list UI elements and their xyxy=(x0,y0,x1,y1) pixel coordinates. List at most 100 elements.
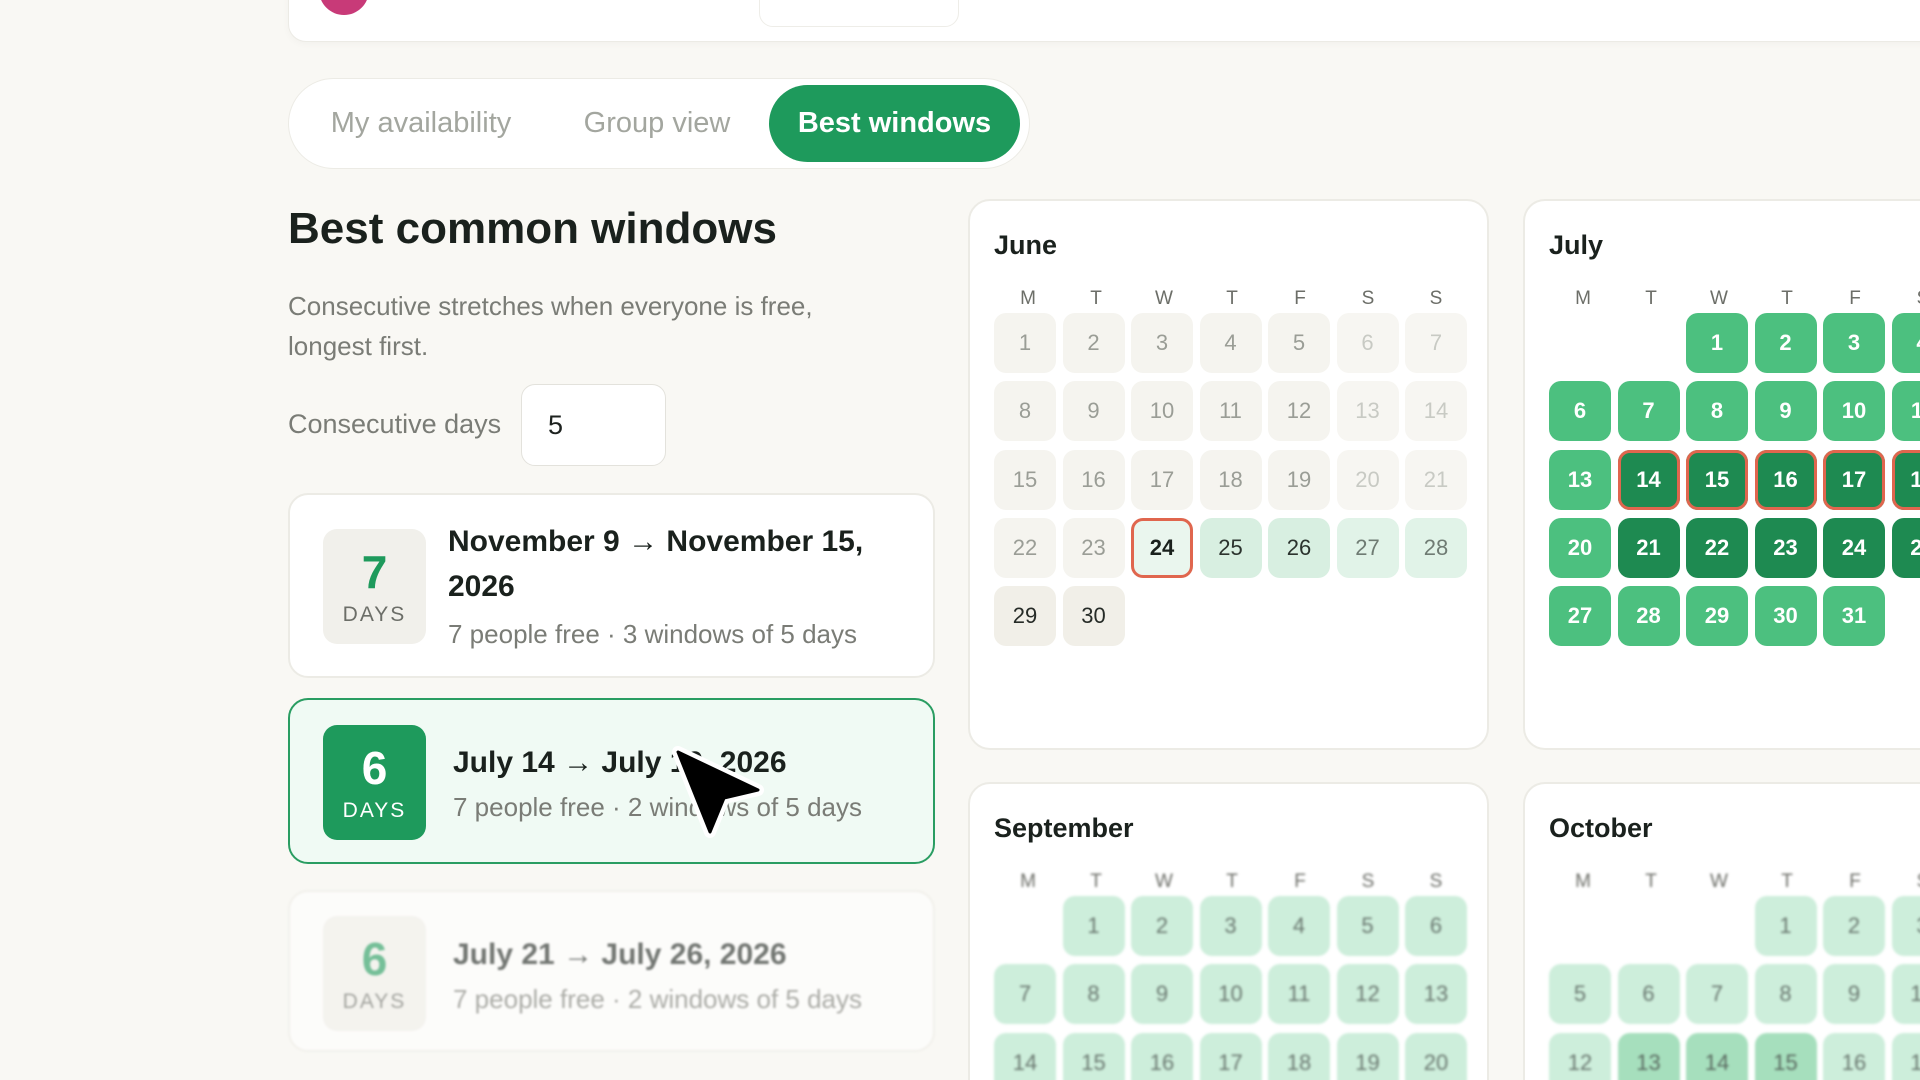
calendar-day[interactable]: 20 xyxy=(1549,517,1611,578)
calendar-day[interactable]: 17 xyxy=(1823,449,1885,510)
calendar-day[interactable]: 11 xyxy=(1199,381,1262,442)
calendar-day[interactable]: 11 xyxy=(1891,381,1920,442)
calendar-day[interactable]: 5 xyxy=(1336,896,1399,956)
calendar-day[interactable]: 9 xyxy=(1754,381,1817,442)
calendar-day[interactable]: 16 xyxy=(1131,1032,1193,1080)
tab-best-windows[interactable]: Best windows xyxy=(769,85,1020,162)
window-card[interactable]: 7 DAYS November 9 → November 15, 2026 7 … xyxy=(288,493,935,678)
calendar-day[interactable]: 2 xyxy=(1131,896,1193,956)
calendar-day[interactable]: 10 xyxy=(1823,381,1885,442)
calendar-day[interactable]: 17 xyxy=(1891,1032,1920,1080)
calendar-day[interactable]: 10 xyxy=(1199,964,1262,1025)
calendar-day[interactable]: 30 xyxy=(1062,586,1125,647)
calendar-day[interactable]: 15 xyxy=(1062,1032,1125,1080)
calendar-day[interactable]: 3 xyxy=(1131,313,1193,373)
calendar-day[interactable]: 3 xyxy=(1199,896,1262,956)
calendar-day[interactable]: 23 xyxy=(1062,517,1125,578)
calendar-day[interactable]: 15 xyxy=(994,449,1056,510)
calendar-day[interactable]: 10 xyxy=(1891,964,1920,1025)
calendar-day[interactable]: 8 xyxy=(994,381,1056,442)
calendar-day[interactable]: 1 xyxy=(1754,896,1817,956)
calendar-day[interactable]: 8 xyxy=(1754,964,1817,1025)
calendar-day[interactable]: 6 xyxy=(1617,964,1680,1025)
calendar-day[interactable]: 8 xyxy=(1686,381,1748,442)
top-bar-control[interactable] xyxy=(759,0,959,27)
calendar-day[interactable]: 3 xyxy=(1823,313,1885,373)
calendar-day[interactable]: 21 xyxy=(1617,517,1680,578)
calendar-day[interactable]: 29 xyxy=(994,586,1056,647)
calendar-day[interactable]: 18 xyxy=(1268,1032,1330,1080)
calendar-day[interactable]: 1 xyxy=(994,313,1056,373)
calendar-day[interactable]: 1 xyxy=(1686,313,1748,373)
calendar-day[interactable]: 20 xyxy=(1336,449,1399,510)
calendar-day[interactable]: 4 xyxy=(1268,896,1330,956)
calendar-day[interactable]: 12 xyxy=(1549,1032,1611,1080)
calendar-day[interactable]: 14 xyxy=(994,1032,1056,1080)
tab-group-view[interactable]: Group view xyxy=(545,85,769,162)
calendar-day[interactable]: 16 xyxy=(1062,449,1125,510)
calendar-day[interactable]: 4 xyxy=(1199,313,1262,373)
calendar-day[interactable]: 23 xyxy=(1754,517,1817,578)
calendar-day[interactable]: 22 xyxy=(1686,517,1748,578)
calendar-day[interactable]: 5 xyxy=(1549,964,1611,1025)
window-card[interactable]: 6 DAYS July 21 → July 26, 2026 7 people … xyxy=(288,890,935,1052)
calendar-day[interactable]: 13 xyxy=(1549,449,1611,510)
calendar-day[interactable]: 15 xyxy=(1754,1032,1817,1080)
calendar-day[interactable]: 22 xyxy=(994,517,1056,578)
calendar-day[interactable]: 18 xyxy=(1199,449,1262,510)
calendar-day[interactable]: 19 xyxy=(1336,1032,1399,1080)
calendar-day[interactable]: 7 xyxy=(1617,381,1680,442)
calendar-day[interactable]: 9 xyxy=(1062,381,1125,442)
calendar-day[interactable]: 21 xyxy=(1405,449,1467,510)
calendar-day[interactable]: 3 xyxy=(1891,896,1920,956)
calendar-day[interactable]: 27 xyxy=(1336,517,1399,578)
calendar-day[interactable]: 9 xyxy=(1823,964,1885,1025)
calendar-day[interactable]: 11 xyxy=(1268,964,1330,1025)
calendar-day[interactable]: 10 xyxy=(1131,381,1193,442)
calendar-day[interactable]: 28 xyxy=(1617,586,1680,647)
calendar-day[interactable]: 9 xyxy=(1131,964,1193,1025)
window-card-selected[interactable]: 6 DAYS July 14 → July 19, 2026 7 people … xyxy=(288,698,935,864)
calendar-day[interactable]: 20 xyxy=(1405,1032,1467,1080)
consecutive-days-input[interactable]: 5 xyxy=(521,384,666,466)
avatar[interactable] xyxy=(319,0,369,15)
calendar-day[interactable]: 26 xyxy=(1268,517,1330,578)
calendar-day[interactable]: 25 xyxy=(1199,517,1262,578)
calendar-day[interactable]: 16 xyxy=(1754,449,1817,510)
calendar-day[interactable]: 13 xyxy=(1336,381,1399,442)
calendar-day[interactable]: 19 xyxy=(1268,449,1330,510)
calendar-day[interactable]: 2 xyxy=(1062,313,1125,373)
calendar-day[interactable]: 14 xyxy=(1686,1032,1748,1080)
calendar-day[interactable]: 25 xyxy=(1891,517,1920,578)
calendar-day[interactable]: 4 xyxy=(1891,313,1920,373)
calendar-day[interactable]: 13 xyxy=(1617,1032,1680,1080)
calendar-day[interactable]: 14 xyxy=(1617,449,1680,510)
calendar-day[interactable]: 6 xyxy=(1336,313,1399,373)
calendar-day[interactable]: 17 xyxy=(1199,1032,1262,1080)
calendar-day[interactable]: 7 xyxy=(1405,313,1467,373)
calendar-day[interactable]: 8 xyxy=(1062,964,1125,1025)
calendar-day[interactable]: 24 xyxy=(1131,517,1193,578)
calendar-day[interactable]: 24 xyxy=(1823,517,1885,578)
calendar-day[interactable]: 13 xyxy=(1405,964,1467,1025)
calendar-day[interactable]: 2 xyxy=(1823,896,1885,956)
calendar-day[interactable]: 6 xyxy=(1405,896,1467,956)
calendar-day[interactable]: 16 xyxy=(1823,1032,1885,1080)
tab-my-availability[interactable]: My availability xyxy=(297,85,545,162)
calendar-day[interactable]: 14 xyxy=(1405,381,1467,442)
calendar-day[interactable]: 7 xyxy=(994,964,1056,1025)
calendar-day[interactable]: 5 xyxy=(1268,313,1330,373)
calendar-day[interactable]: 28 xyxy=(1405,517,1467,578)
calendar-day[interactable]: 18 xyxy=(1891,449,1920,510)
calendar-day[interactable]: 12 xyxy=(1336,964,1399,1025)
calendar-day[interactable]: 30 xyxy=(1754,586,1817,647)
calendar-day[interactable]: 6 xyxy=(1549,381,1611,442)
calendar-day[interactable]: 12 xyxy=(1268,381,1330,442)
calendar-day[interactable]: 2 xyxy=(1754,313,1817,373)
calendar-day[interactable]: 15 xyxy=(1686,449,1748,510)
calendar-day[interactable]: 27 xyxy=(1549,586,1611,647)
calendar-day[interactable]: 29 xyxy=(1686,586,1748,647)
calendar-day[interactable]: 17 xyxy=(1131,449,1193,510)
calendar-day[interactable]: 31 xyxy=(1823,586,1885,647)
calendar-day[interactable]: 7 xyxy=(1686,964,1748,1025)
